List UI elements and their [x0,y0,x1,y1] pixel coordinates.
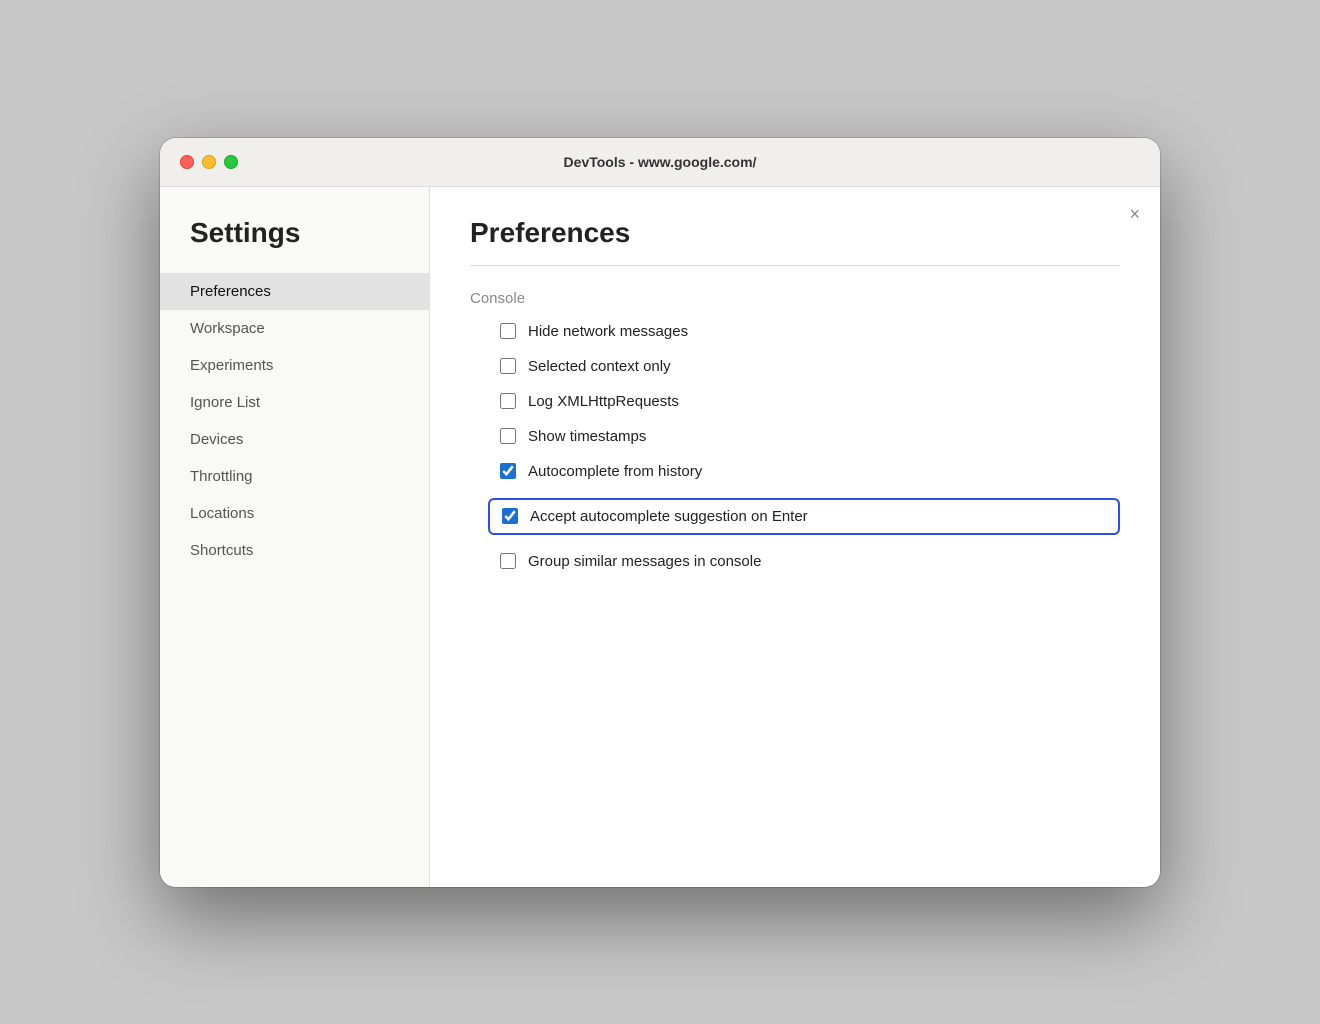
titlebar-title: DevTools - www.google.com/ [564,154,757,170]
sidebar-item-shortcuts[interactable]: Shortcuts [160,532,429,569]
sidebar: Settings Preferences Workspace Experimen… [160,187,430,887]
checkbox-accept-autocomplete: Accept autocomplete suggestion on Enter [488,498,1120,535]
autocomplete-history-label[interactable]: Autocomplete from history [528,463,702,480]
section-divider [470,265,1120,266]
content-area: Settings Preferences Workspace Experimen… [160,187,1160,887]
log-xhr-checkbox[interactable] [500,393,516,409]
close-traffic-light[interactable] [180,155,194,169]
traffic-lights [180,155,238,169]
autocomplete-history-checkbox[interactable] [500,463,516,479]
sidebar-heading: Settings [160,217,429,273]
show-timestamps-label[interactable]: Show timestamps [528,428,646,445]
sidebar-item-preferences[interactable]: Preferences [160,273,429,310]
sidebar-item-ignore-list[interactable]: Ignore List [160,384,429,421]
checkbox-group-similar: Group similar messages in console [500,553,1120,570]
main-title: Preferences [470,217,1120,249]
sidebar-item-throttling[interactable]: Throttling [160,458,429,495]
titlebar: DevTools - www.google.com/ [160,138,1160,187]
selected-context-checkbox[interactable] [500,358,516,374]
show-timestamps-checkbox[interactable] [500,428,516,444]
devtools-window: DevTools - www.google.com/ Settings Pref… [160,138,1160,887]
log-xhr-label[interactable]: Log XMLHttpRequests [528,393,679,410]
console-section-label: Console [470,290,1120,307]
minimize-traffic-light[interactable] [202,155,216,169]
selected-context-label[interactable]: Selected context only [528,358,671,375]
group-similar-checkbox[interactable] [500,553,516,569]
checkbox-show-timestamps: Show timestamps [500,428,1120,445]
checkbox-hide-network: Hide network messages [500,323,1120,340]
main-content: × Preferences Console Hide network messa… [430,187,1160,887]
sidebar-item-workspace[interactable]: Workspace [160,310,429,347]
checkbox-log-xhr: Log XMLHttpRequests [500,393,1120,410]
close-button[interactable]: × [1129,205,1140,223]
accept-autocomplete-label[interactable]: Accept autocomplete suggestion on Enter [530,508,808,525]
maximize-traffic-light[interactable] [224,155,238,169]
checkbox-autocomplete-history: Autocomplete from history [500,463,1120,480]
hide-network-label[interactable]: Hide network messages [528,323,688,340]
sidebar-item-experiments[interactable]: Experiments [160,347,429,384]
group-similar-label[interactable]: Group similar messages in console [528,553,761,570]
sidebar-item-locations[interactable]: Locations [160,495,429,532]
accept-autocomplete-checkbox[interactable] [502,508,518,524]
hide-network-checkbox[interactable] [500,323,516,339]
sidebar-item-devices[interactable]: Devices [160,421,429,458]
checkbox-selected-context: Selected context only [500,358,1120,375]
